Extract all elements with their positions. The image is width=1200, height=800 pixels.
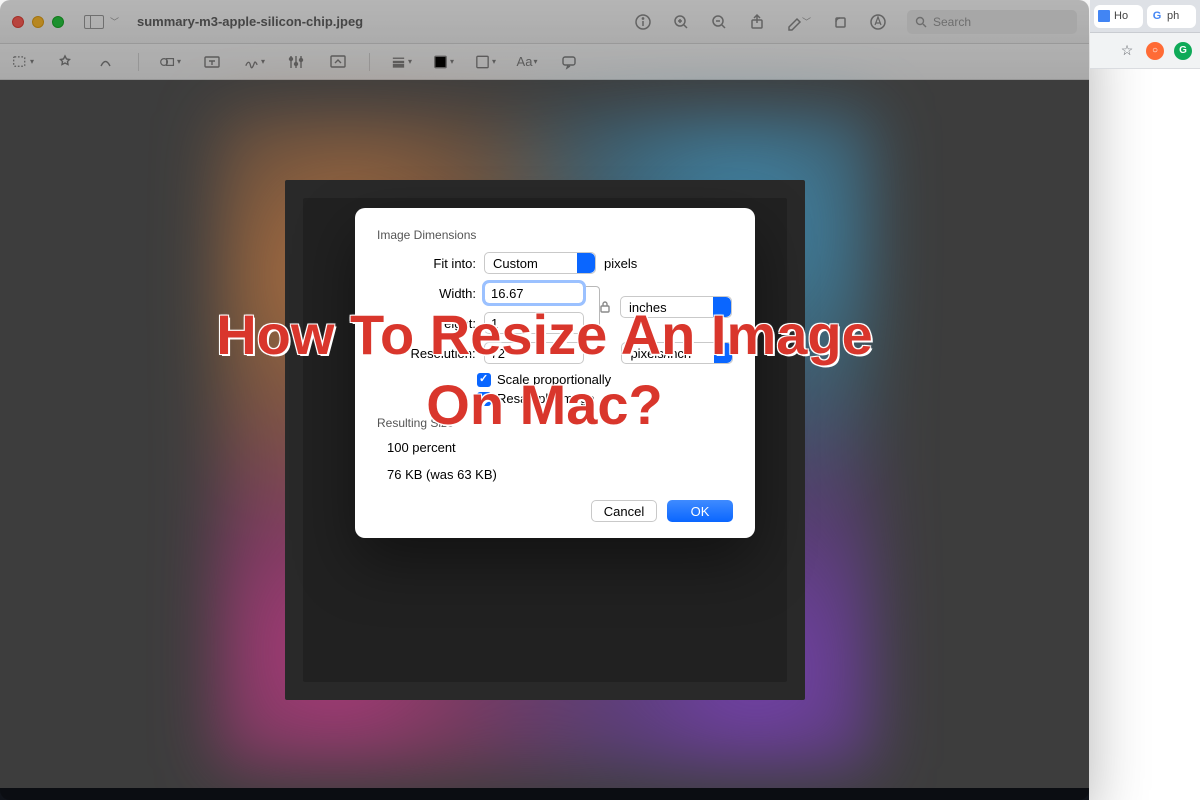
text-icon[interactable] <box>201 53 223 71</box>
fit-into-value: Custom <box>493 256 538 271</box>
window-traffic-lights <box>12 16 64 28</box>
line-style-icon[interactable]: ▾ <box>390 53 412 71</box>
scale-proportionally-label: Scale proportionally <box>497 372 611 387</box>
border-color-icon[interactable]: ▾ <box>432 53 454 71</box>
window-title: summary-m3-apple-silicon-chip.jpeg <box>137 14 363 29</box>
instant-alpha-icon[interactable] <box>54 53 76 71</box>
extension-icon[interactable]: ○ <box>1146 42 1164 60</box>
shapes-icon[interactable]: ▾ <box>159 53 181 71</box>
cancel-button[interactable]: Cancel <box>591 500 657 522</box>
annotate-icon[interactable] <box>558 53 580 71</box>
chevron-down-icon[interactable]: ﹀ <box>802 15 811 28</box>
sidebar-toggle-icon[interactable] <box>84 15 104 29</box>
markup-toolbar: ▾ ▾ ▾ ▾ ▾ ▾ Aa▾ <box>0 44 1089 80</box>
browser-tab[interactable]: G ph <box>1147 5 1196 28</box>
rotate-icon[interactable] <box>831 13 849 31</box>
tab-label: Ho <box>1114 10 1128 22</box>
adjust-size-dialog: Image Dimensions Fit into: Custom ▴▾ pix… <box>355 208 755 538</box>
zoom-out-icon[interactable] <box>710 13 728 31</box>
zoom-in-icon[interactable] <box>672 13 690 31</box>
info-icon[interactable] <box>634 13 652 31</box>
extension-icon[interactable]: G <box>1174 42 1192 60</box>
adjust-color-icon[interactable] <box>285 53 307 71</box>
google-favicon: G <box>1151 10 1163 22</box>
text-style-icon[interactable]: Aa▾ <box>516 53 538 71</box>
bookmark-star-icon[interactable]: ☆ <box>1118 42 1136 60</box>
select-arrows-icon: ▴▾ <box>580 254 592 272</box>
close-window-button[interactable] <box>12 16 24 28</box>
fit-unit-label: pixels <box>604 256 637 271</box>
fit-into-label: Fit into: <box>401 256 476 271</box>
selection-tool-icon[interactable]: ▾ <box>12 53 34 71</box>
share-icon[interactable] <box>748 13 766 31</box>
height-input[interactable] <box>484 312 584 334</box>
sign-icon[interactable]: ▾ <box>243 53 265 71</box>
search-placeholder: Search <box>933 15 971 29</box>
resolution-label: Resolution: <box>401 346 476 361</box>
resolution-unit-value: pixels/inch <box>630 346 691 361</box>
tab-favicon <box>1098 10 1110 22</box>
dimension-unit-value: inches <box>629 300 667 315</box>
toolbar-separator <box>369 53 370 71</box>
dimension-unit-select[interactable]: inches ▴▾ <box>620 296 732 318</box>
search-input[interactable]: Search <box>907 10 1077 34</box>
resolution-input[interactable] <box>484 342 584 364</box>
fit-into-select[interactable]: Custom ▴▾ <box>484 252 596 274</box>
scale-proportionally-checkbox[interactable] <box>477 373 491 387</box>
lock-icon[interactable] <box>598 300 612 314</box>
minimize-window-button[interactable] <box>32 16 44 28</box>
sketch-icon[interactable] <box>96 53 118 71</box>
ok-button[interactable]: OK <box>667 500 733 522</box>
section-heading: Resulting Size <box>377 416 733 430</box>
browser-toolbar: ☆ ○ G <box>1090 33 1200 69</box>
page-bottom-bar <box>0 788 1089 800</box>
height-label: Height: <box>401 316 476 331</box>
preview-app-window: ﹀ summary-m3-apple-silicon-chip.jpeg ﹀ <box>0 0 1089 800</box>
browser-tab[interactable]: Ho <box>1094 5 1143 28</box>
markup-icon[interactable] <box>869 13 887 31</box>
fullscreen-window-button[interactable] <box>52 16 64 28</box>
resolution-unit-select[interactable]: pixels/inch ▴▾ <box>621 342 733 364</box>
select-arrows-icon: ▴▾ <box>717 344 729 362</box>
resample-image-label: Resample image <box>497 391 595 406</box>
resample-image-checkbox[interactable] <box>477 392 491 406</box>
chevron-down-icon[interactable]: ﹀ <box>110 15 119 28</box>
width-label: Width: <box>401 286 476 301</box>
browser-tab-strip: Ho G ph <box>1090 0 1200 33</box>
toolbar-separator <box>138 53 139 71</box>
tab-label: ph <box>1167 10 1179 22</box>
adjust-size-icon[interactable] <box>327 53 349 71</box>
window-titlebar: ﹀ summary-m3-apple-silicon-chip.jpeg ﹀ <box>0 0 1089 44</box>
resulting-percent: 100 percent <box>387 440 733 455</box>
section-heading: Image Dimensions <box>377 228 733 242</box>
select-arrows-icon: ▴▾ <box>716 298 728 316</box>
fill-color-icon[interactable]: ▾ <box>474 53 496 71</box>
width-input[interactable] <box>484 282 584 304</box>
resulting-filesize: 76 KB (was 63 KB) <box>387 467 733 482</box>
